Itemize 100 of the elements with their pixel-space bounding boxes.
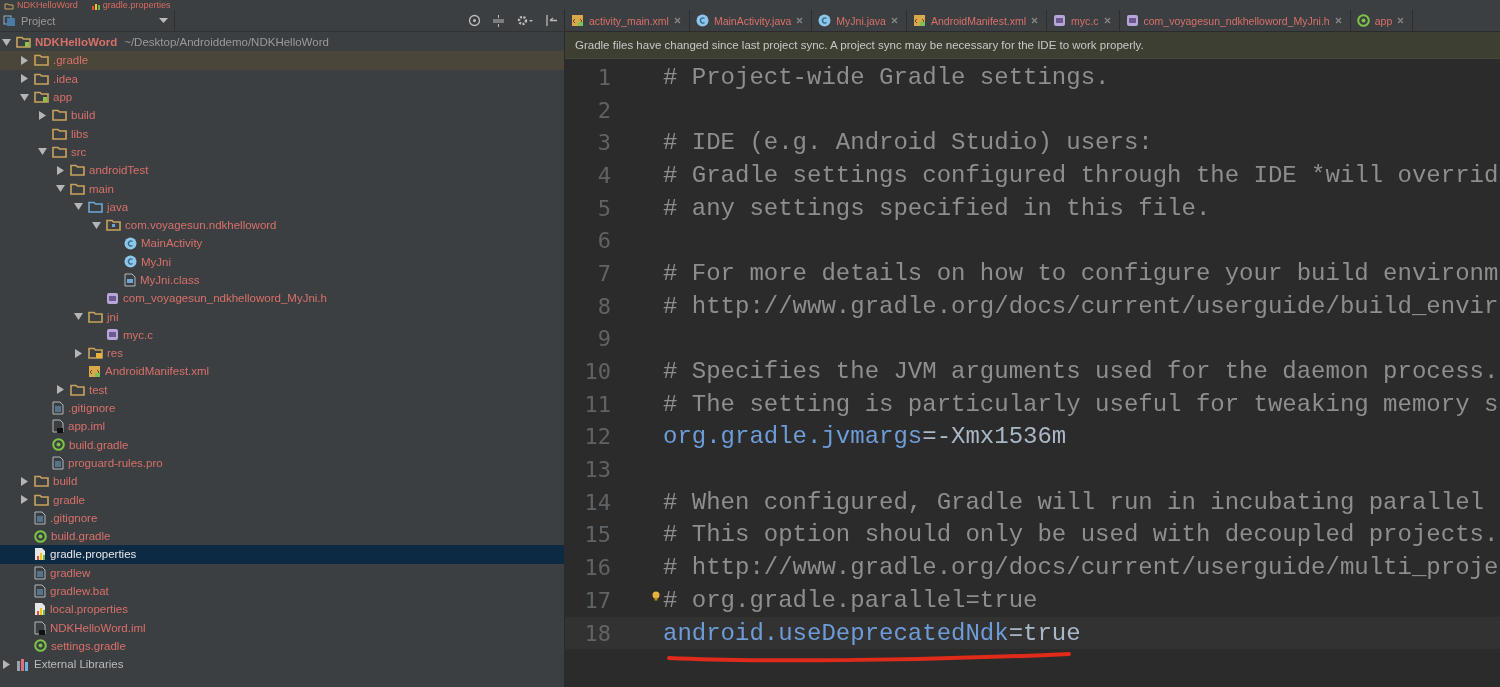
- close-icon[interactable]: [890, 17, 898, 24]
- tree-item[interactable]: proguard-rules.pro: [0, 453, 564, 473]
- folder-icon: [88, 347, 103, 360]
- tree-item[interactable]: AndroidManifest.xml: [0, 362, 564, 381]
- tree-item[interactable]: .gitignore: [0, 398, 564, 418]
- code-comment: # Gradle settings configured through the IDE *will overrid: [663, 161, 1499, 189]
- properties-file-icon: [34, 602, 46, 617]
- tree-item[interactable]: src: [0, 142, 564, 162]
- locate-icon[interactable]: [468, 14, 481, 27]
- tree-item[interactable]: MyJni.class: [0, 270, 564, 290]
- close-icon[interactable]: [1397, 17, 1405, 24]
- collapse-all-icon[interactable]: [492, 14, 505, 27]
- collapsed-arrow-icon[interactable]: [73, 348, 83, 358]
- collapsed-arrow-icon[interactable]: [19, 495, 29, 505]
- code-comment: # http://www.gradle.org/docs/current/userguide/build_envir: [663, 292, 1499, 320]
- tree-item[interactable]: .idea: [0, 69, 564, 88]
- collapsed-arrow-icon[interactable]: [19, 476, 29, 486]
- tree-item[interactable]: NDKHelloWord ~/Desktop/Androiddemo/NDKHelloWord: [0, 33, 564, 52]
- editor-tab[interactable]: activity_main.xml: [565, 10, 690, 31]
- editor-tab[interactable]: app: [1350, 10, 1414, 31]
- tree-item[interactable]: com_voyagesun_ndkhelloword_MyJni.h: [0, 289, 564, 308]
- line-number: 11: [583, 391, 611, 417]
- close-icon[interactable]: [673, 17, 681, 24]
- tree-item[interactable]: app: [0, 87, 564, 107]
- tree-item[interactable]: build: [0, 472, 564, 491]
- collapsed-arrow-icon[interactable]: [55, 385, 65, 395]
- tree-item[interactable]: External Libraries: [0, 655, 564, 674]
- tree-item[interactable]: gradlew: [0, 563, 564, 582]
- folder-icon: [52, 127, 67, 140]
- collapsed-arrow-icon[interactable]: [55, 165, 65, 175]
- properties-file-icon: [34, 547, 46, 562]
- text-file-icon: [52, 401, 64, 416]
- line-number: 4: [596, 162, 611, 188]
- editor-tab[interactable]: MyJni.java: [812, 10, 907, 31]
- tree-item[interactable]: gradle: [0, 490, 564, 509]
- close-icon[interactable]: [1103, 17, 1111, 24]
- gradle-file-icon: [1356, 14, 1370, 27]
- code-comment: # Project-wide Gradle settings.: [663, 63, 1110, 91]
- tree-item[interactable]: res: [0, 344, 564, 363]
- tree-item[interactable]: gradle.properties: [0, 545, 564, 564]
- folder-icon: [106, 219, 121, 232]
- expanded-arrow-icon[interactable]: [91, 220, 101, 230]
- expanded-arrow-icon[interactable]: [73, 312, 83, 322]
- tree-item[interactable]: androidTest: [0, 161, 564, 180]
- tree-item[interactable]: gradlew.bat: [0, 581, 564, 601]
- tree-item[interactable]: MainActivity: [0, 234, 564, 253]
- tree-item[interactable]: .gitignore: [0, 508, 564, 527]
- folder-icon: [70, 383, 85, 396]
- tree-item[interactable]: app.iml: [0, 417, 564, 436]
- line-number: 16: [583, 555, 611, 581]
- line-number: 12: [583, 424, 611, 450]
- collapsed-arrow-icon[interactable]: [19, 55, 29, 65]
- class-icon: [818, 14, 832, 27]
- tree-item[interactable]: settings.gradle: [0, 636, 564, 656]
- expanded-arrow-icon[interactable]: [37, 147, 47, 157]
- tree-item[interactable]: com.voyagesun.ndkhelloword: [0, 215, 564, 235]
- close-icon[interactable]: [1334, 17, 1342, 24]
- close-icon[interactable]: [1031, 17, 1039, 24]
- tree-item[interactable]: build: [0, 106, 564, 125]
- breadcrumb-item[interactable]: gradle.properties: [102, 0, 171, 10]
- expanded-arrow-icon[interactable]: [19, 92, 29, 102]
- class-icon: [124, 236, 137, 250]
- settings-icon[interactable]: [516, 14, 534, 27]
- lightbulb-icon[interactable]: [652, 590, 660, 601]
- project-path: ~/Desktop/Androiddemo/NDKHelloWord: [124, 36, 329, 49]
- collapsed-arrow-icon[interactable]: [37, 110, 47, 120]
- breadcrumb-item[interactable]: NDKHelloWord: [17, 0, 78, 10]
- line-number: 1: [596, 64, 611, 90]
- tree-item[interactable]: MyJni: [0, 252, 564, 271]
- code-comment: # For more details on how to configure your build environm: [663, 259, 1499, 287]
- tree-item[interactable]: java: [0, 197, 564, 216]
- xml-file-icon: [88, 365, 101, 378]
- tree-item[interactable]: libs: [0, 124, 564, 143]
- expanded-arrow-icon[interactable]: [55, 184, 65, 193]
- expanded-arrow-icon[interactable]: [1, 37, 11, 47]
- tree-item[interactable]: NDKHelloWord.iml: [0, 618, 564, 637]
- collapsed-arrow-icon[interactable]: [1, 659, 11, 669]
- editor-tab[interactable]: MainActivity.java: [689, 10, 813, 31]
- tree-item[interactable]: build.gradle: [0, 435, 564, 454]
- tree-item[interactable]: build.gradle: [0, 527, 564, 546]
- project-view-dropdown[interactable]: Project: [0, 10, 175, 31]
- folder-icon: [34, 91, 49, 104]
- hide-panel-icon[interactable]: [545, 14, 558, 27]
- folder-icon: [88, 310, 103, 323]
- collapsed-arrow-icon[interactable]: [19, 74, 29, 84]
- line-number: 3: [596, 130, 611, 156]
- tree-item[interactable]: jni: [0, 307, 564, 326]
- gradle-file-icon: [52, 438, 65, 452]
- editor-tab[interactable]: com_voyagesun_ndkhelloword_MyJni.h: [1119, 10, 1351, 31]
- editor-tab[interactable]: myc.c: [1047, 10, 1120, 31]
- tree-item[interactable]: myc.c: [0, 325, 564, 345]
- code-comment: # When configured, Gradle will run in incubating parallel: [663, 488, 1484, 516]
- tree-item[interactable]: local.properties: [0, 600, 564, 619]
- tree-item[interactable]: test: [0, 380, 564, 399]
- tree-item[interactable]: .gradle: [0, 51, 564, 70]
- expanded-arrow-icon[interactable]: [73, 202, 83, 212]
- close-icon[interactable]: [796, 17, 804, 24]
- file-icon: [34, 620, 46, 635]
- tree-item[interactable]: main: [0, 179, 564, 198]
- editor-tab[interactable]: AndroidManifest.xml: [906, 10, 1048, 31]
